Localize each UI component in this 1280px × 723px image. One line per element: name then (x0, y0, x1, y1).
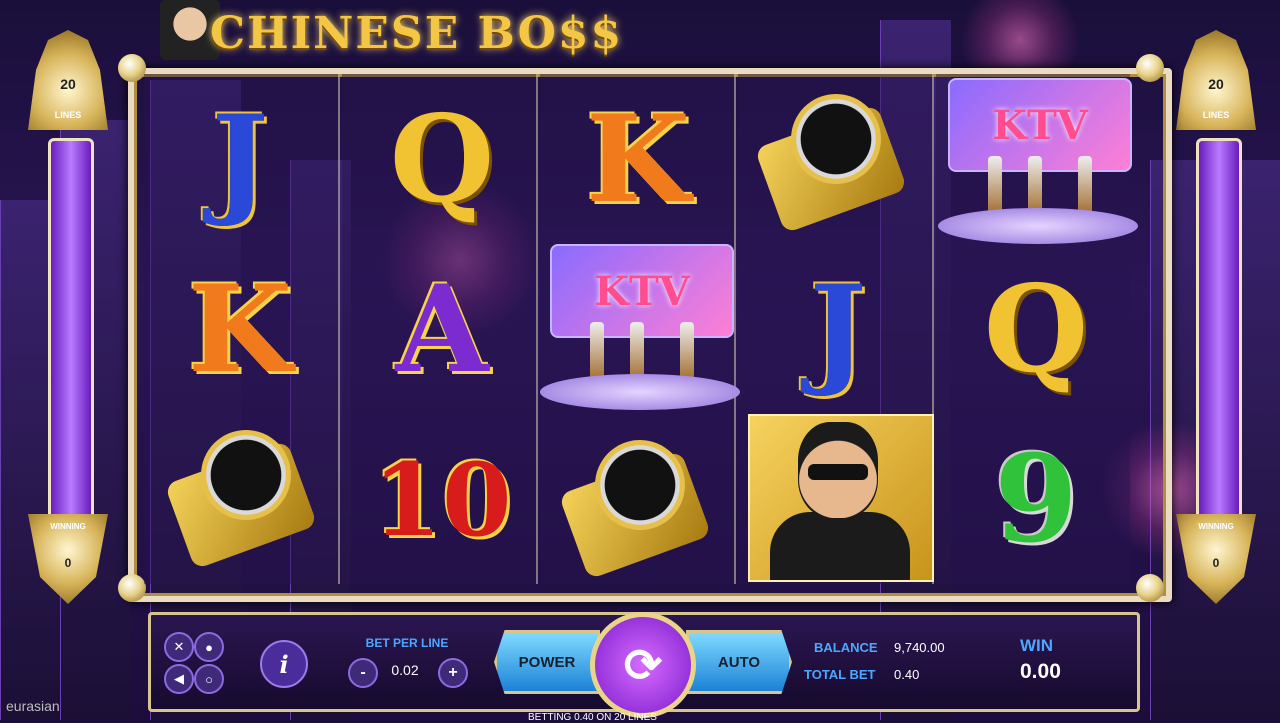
symbol-q: Q (389, 89, 495, 230)
frame-gem-icon (1136, 54, 1164, 82)
total-bet-label: TOTAL BET (804, 667, 876, 682)
winning-value: 0 (64, 556, 72, 570)
ktv-table (938, 208, 1138, 244)
meter-bar (1196, 138, 1242, 524)
symbol-9: 9 (994, 429, 1078, 570)
spin-button[interactable]: ⟳ (590, 612, 696, 718)
win-label: WIN (1020, 636, 1054, 655)
lines-label: LINES (1202, 110, 1230, 120)
win-value: 0.00 (1020, 660, 1061, 683)
winning-label: WINNING (50, 522, 86, 531)
info-button[interactable]: i (260, 640, 308, 688)
lines-count: 20 (60, 76, 76, 92)
boss-wild-symbol (748, 414, 934, 582)
lines-count: 20 (1208, 76, 1224, 92)
ktv-table (540, 374, 740, 410)
fullscreen-icon[interactable]: ✕ (164, 632, 194, 662)
symbol-10: 10 (372, 441, 512, 559)
frame-gem-icon (1136, 574, 1164, 602)
gold-watch-icon (558, 430, 712, 580)
frame-gem-icon (118, 54, 146, 82)
settings-icon[interactable]: ● (194, 632, 224, 662)
total-bet-value: 0.40 (894, 667, 920, 682)
balance-label: BALANCE (814, 640, 878, 655)
winning-value: 0 (1212, 556, 1220, 570)
symbol-j: J (211, 89, 269, 230)
power-button[interactable]: POWER (494, 630, 600, 694)
left-lines-meter: 20 LINES WINNING 0 (28, 30, 108, 620)
auto-button[interactable]: AUTO (686, 630, 792, 694)
winning-label: WINNING (1198, 522, 1234, 531)
game-title: CHINESE BO$$ (210, 8, 624, 59)
symbol-k: K (585, 89, 691, 230)
bet-per-line-value: 0.02 (391, 662, 419, 678)
ktv-bonus-symbol: KTV (540, 244, 740, 414)
gold-watch-icon (164, 420, 318, 570)
lines-label: LINES (54, 110, 82, 120)
bet-minus-button[interactable]: - (348, 658, 378, 688)
gold-watch-icon (754, 84, 908, 234)
bet-per-line-label: BET PER LINE (365, 636, 449, 650)
bet-plus-button[interactable]: + (438, 658, 468, 688)
meter-bar (48, 138, 94, 524)
brand-logo: eurasian (6, 698, 60, 714)
betting-status-text: BETTING 0.40 ON 20 LINES (528, 712, 657, 723)
sound-icon[interactable]: ◀ (164, 664, 194, 694)
right-lines-meter: 20 LINES WINNING 0 (1176, 30, 1256, 620)
symbol-j: J (809, 259, 867, 400)
ktv-bonus-symbol: KTV (938, 78, 1138, 248)
symbol-a: A (395, 259, 489, 400)
frame-gem-icon (118, 574, 146, 602)
history-icon[interactable]: ○ (194, 664, 224, 694)
symbol-k: K (187, 259, 293, 400)
balance-value: 9,740.00 (894, 640, 945, 655)
symbol-q: Q (983, 259, 1089, 400)
